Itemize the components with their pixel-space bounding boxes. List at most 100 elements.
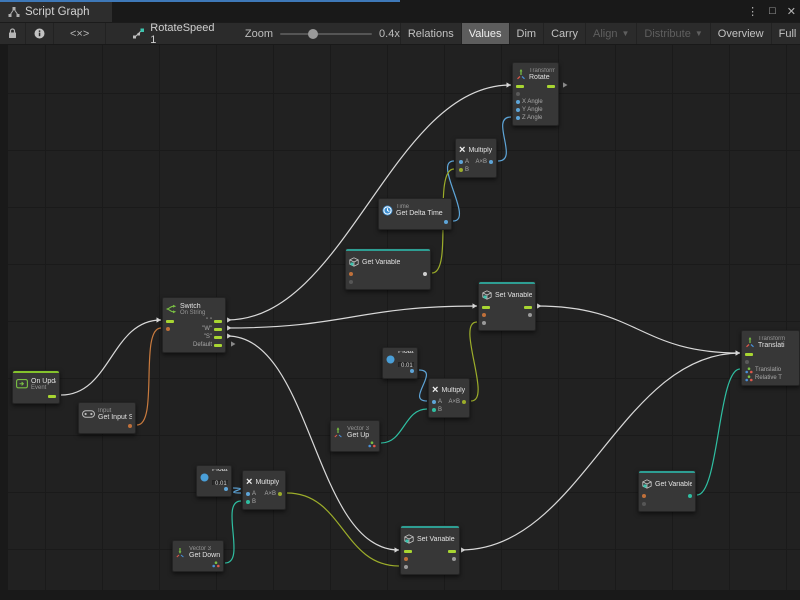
value-port[interactable] [642, 494, 646, 498]
value-port[interactable] [349, 280, 353, 284]
node-rotate[interactable]: TransformRotateX AngleY AngleZ Angle [512, 62, 559, 126]
menu-button[interactable]: ⋮ [747, 5, 758, 18]
flow-port[interactable] [482, 306, 490, 309]
close-button[interactable]: ✕ [787, 5, 796, 18]
node-get_up[interactable]: Vector 3Get Up [330, 420, 380, 452]
zoom-slider[interactable] [280, 33, 372, 35]
value-port[interactable] [459, 168, 463, 172]
node-translate[interactable]: TransformTranslatiTranslatioRelative T [741, 330, 800, 386]
variable-icon [404, 534, 414, 544]
value-port[interactable] [482, 321, 486, 325]
clock-icon [382, 205, 393, 216]
node-set_var_mid[interactable]: Set Variable [478, 281, 536, 331]
flow-port[interactable] [547, 85, 555, 88]
value-port[interactable] [516, 100, 520, 104]
vector3-port[interactable] [745, 369, 753, 387]
view-button-overview[interactable]: Overview [711, 23, 772, 44]
node-float_bot[interactable]: Float0.01 [196, 465, 232, 497]
node-get_var_top[interactable]: Get Variable [345, 248, 431, 290]
lock-icon [8, 28, 17, 39]
node-switch[interactable]: SwitchOn String" ""W""S"Default [162, 297, 226, 353]
flow-port[interactable] [516, 85, 524, 88]
value-port[interactable] [432, 408, 436, 412]
view-button-align[interactable]: Align▼ [586, 23, 637, 44]
node-header: TransformTranslati [742, 334, 799, 350]
node-multiply_mid[interactable]: ×MultiplyAA×BB [428, 378, 470, 418]
value-port[interactable] [166, 327, 170, 331]
value-port[interactable] [224, 487, 228, 491]
zoom-slider-handle[interactable] [308, 29, 318, 39]
value-port[interactable] [349, 272, 353, 276]
maximize-button[interactable]: □ [769, 5, 776, 17]
flow-port[interactable] [404, 550, 412, 553]
flow-port[interactable] [214, 344, 222, 347]
graph-reference[interactable]: RotateSpeed 1 [132, 23, 215, 44]
info-button[interactable] [26, 23, 54, 44]
variable-icon [482, 290, 492, 300]
view-button-relations[interactable]: Relations [401, 23, 462, 44]
script-graph-tab[interactable]: Script Graph [0, 2, 112, 22]
value-port[interactable] [452, 557, 456, 561]
lock-button[interactable] [0, 23, 26, 44]
port-label: B [438, 407, 442, 413]
port-label: B [465, 167, 469, 173]
flow-port[interactable] [166, 320, 174, 323]
node-set_var_bot[interactable]: Set Variable [400, 525, 460, 575]
view-button-distribute[interactable]: Distribute▼ [637, 23, 710, 44]
value-port[interactable] [246, 492, 250, 496]
port-label: Relative T [755, 375, 782, 381]
node-header: ×Multiply [243, 474, 285, 490]
view-button-label: Overview [718, 28, 764, 40]
flow-port[interactable] [48, 395, 56, 398]
node-multiply_top[interactable]: ×MultiplyAA×BB [455, 138, 497, 178]
flow-port[interactable] [524, 306, 532, 309]
value-port[interactable] [642, 502, 646, 506]
view-button-carry[interactable]: Carry [544, 23, 586, 44]
value-port[interactable] [516, 92, 520, 96]
value-port[interactable] [516, 108, 520, 112]
flow-port[interactable] [214, 320, 222, 323]
value-port[interactable] [444, 220, 448, 224]
value-port[interactable] [404, 557, 408, 561]
view-button-label: Dim [517, 28, 537, 40]
view-button-fullscreen[interactable]: Full Screen [772, 23, 800, 44]
node-float_mid[interactable]: Float0.01 [382, 347, 418, 379]
value-port[interactable] [404, 565, 408, 569]
node-get_var_br[interactable]: Get Variable [638, 470, 696, 512]
value-port[interactable] [462, 400, 466, 404]
node-accent-bar [479, 282, 535, 284]
node-delta_time[interactable]: TimeGet Delta Time [378, 198, 452, 230]
code-view-button[interactable]: <×> [54, 23, 106, 44]
port-label: Y Angle [522, 107, 543, 113]
flow-port[interactable] [214, 328, 222, 331]
vector3-port[interactable] [212, 555, 220, 573]
node-get_input[interactable]: InputGet Input Strin [78, 402, 136, 434]
value-port[interactable] [410, 369, 414, 373]
node-accent-bar [346, 249, 430, 251]
value-port[interactable] [489, 160, 493, 164]
flow-port[interactable] [214, 336, 222, 339]
vector3-port[interactable] [368, 435, 376, 453]
port-label: " " [206, 318, 212, 324]
value-port[interactable] [278, 492, 282, 496]
node-get_down[interactable]: Vector 3Get Down [172, 540, 224, 572]
value-port[interactable] [516, 116, 520, 120]
node-value-field[interactable]: 0.01 [398, 362, 414, 368]
flow-port[interactable] [745, 353, 753, 356]
graph-canvas[interactable]: On UpdateEvent InputGet Input Strin Switch… [0, 45, 800, 600]
value-port[interactable] [688, 494, 692, 498]
flow-port[interactable] [448, 550, 456, 553]
node-on_update[interactable]: On UpdateEvent [12, 370, 60, 404]
node-header: SwitchOn String [163, 301, 225, 317]
node-value-field[interactable]: 0.01 [212, 480, 228, 486]
value-port[interactable] [432, 400, 436, 404]
value-port[interactable] [459, 160, 463, 164]
view-button-dim[interactable]: Dim [510, 23, 545, 44]
value-port[interactable] [246, 500, 250, 504]
value-port[interactable] [128, 424, 132, 428]
value-port[interactable] [423, 272, 427, 276]
view-button-values[interactable]: Values [462, 23, 510, 44]
value-port[interactable] [528, 313, 532, 317]
value-port[interactable] [482, 313, 486, 317]
node-multiply_bot[interactable]: ×MultiplyAA×BB [242, 470, 286, 510]
